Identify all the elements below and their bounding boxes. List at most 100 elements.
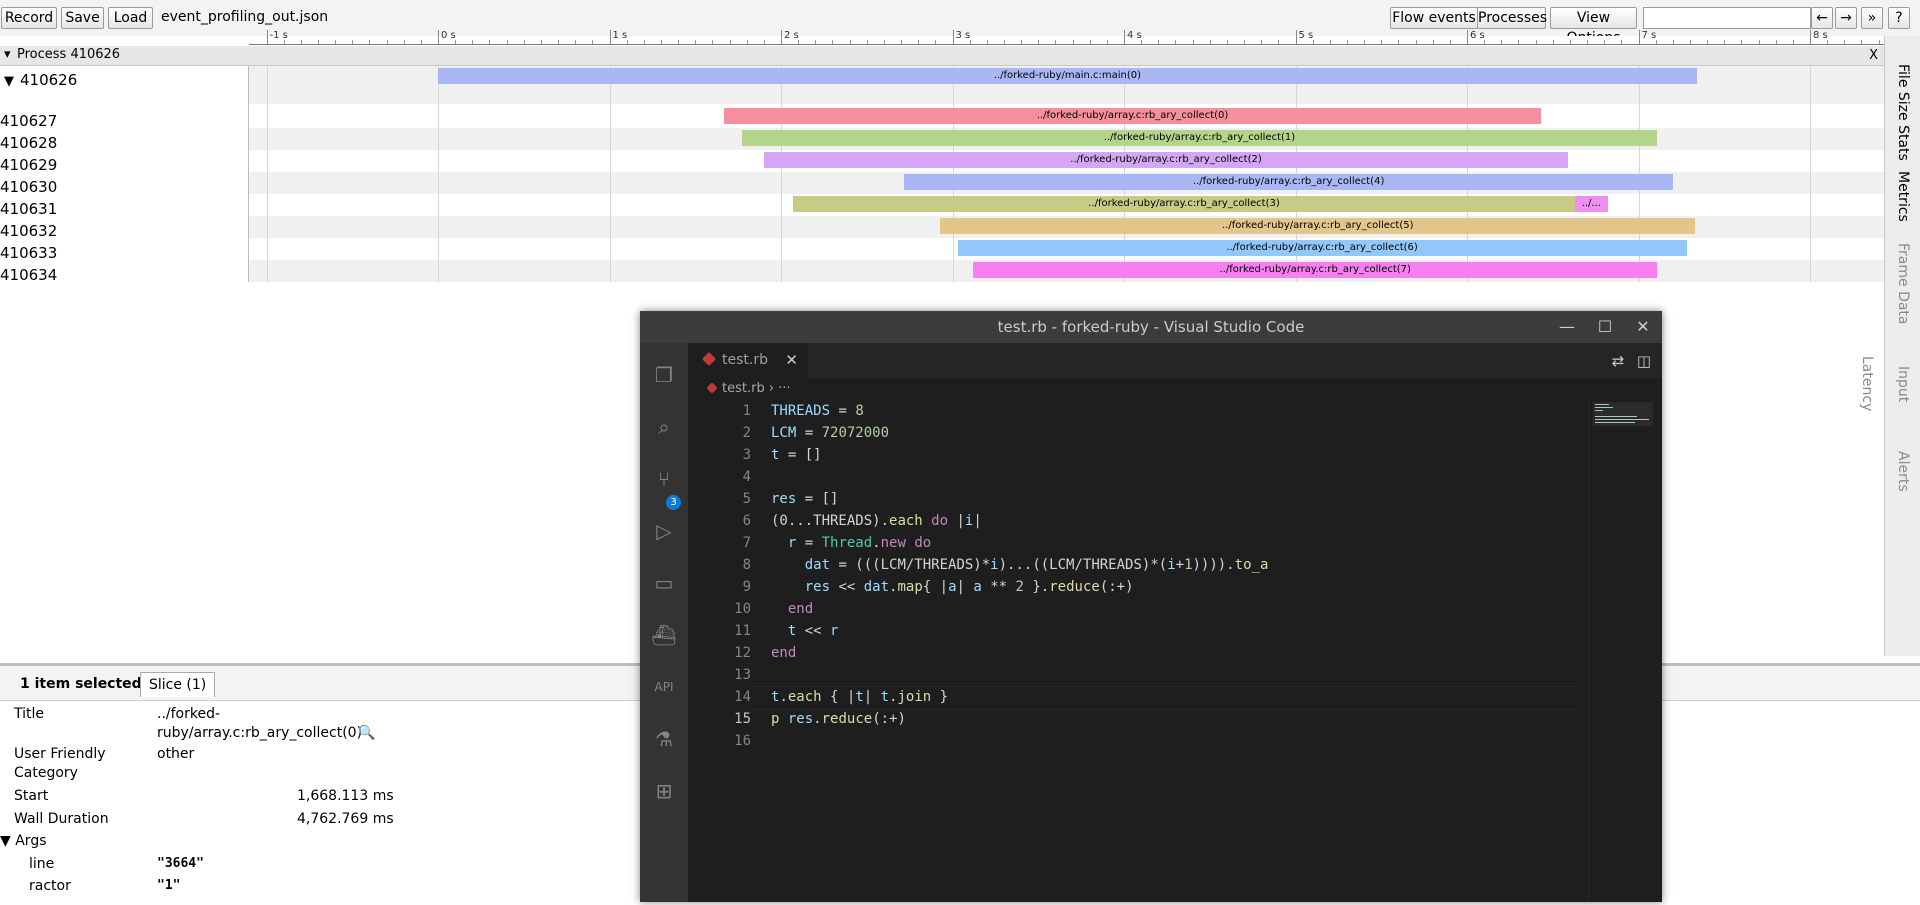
thread-slice[interactable]: ../forked-ruby/array.c:rb_ary_collect(7) (973, 262, 1658, 278)
close-icon[interactable]: X (1869, 48, 1878, 63)
code-line[interactable]: res << dat.map{ |a| a ** 2 }.reduce(:+) (771, 576, 1134, 598)
code-line[interactable]: dat = (((LCM/THREADS)*i)...((LCM/THREADS… (771, 554, 1269, 576)
flow-events-button[interactable]: Flow events (1390, 7, 1478, 29)
time-ruler[interactable]: -1 s 0 s 1 s 2 s 3 s 4 s 5 s 6 s 7 s 8 s (249, 30, 1884, 45)
tab-file-size-stats[interactable]: File Size Stats (1885, 56, 1920, 168)
code-token: to_a (1234, 557, 1269, 573)
search-input[interactable] (1643, 7, 1811, 29)
search-icon[interactable]: ⌕ (650, 413, 678, 441)
editor-tab-test-rb[interactable]: test.rb ✕ (688, 343, 808, 378)
code-line[interactable]: end (771, 598, 813, 620)
tab-alerts[interactable]: Alerts (1885, 446, 1920, 496)
code-line[interactable]: t = [] (771, 444, 822, 466)
collapse-triangle-icon[interactable]: ▼ (0, 833, 11, 849)
ruler-tick-label: 4 s (1127, 30, 1142, 41)
thread-slice-extra[interactable]: ../... (1575, 196, 1608, 212)
explorer-icon[interactable]: ❐ (650, 361, 678, 389)
code-line[interactable]: (0...THREADS).each do |i| (771, 510, 982, 532)
ruler-minor-tick (1329, 40, 1331, 44)
ruler-minor-tick (1021, 40, 1023, 44)
ruler-minor-tick (352, 40, 354, 44)
next-arrow-icon[interactable]: → (1835, 7, 1857, 29)
args-toggle[interactable]: ▼ Args (0, 833, 47, 849)
close-icon[interactable]: ✕ (1624, 311, 1662, 343)
thread-label[interactable]: 410629 (0, 155, 248, 175)
code-token: join (897, 689, 932, 705)
docker-icon[interactable]: ⛴ (650, 621, 678, 649)
tab-close-icon[interactable]: ✕ (785, 343, 798, 378)
breadcrumb-file[interactable]: test.rb (722, 381, 765, 396)
ruler-minor-tick (1141, 40, 1143, 44)
code-editor[interactable]: 1 THREADS = 8 2 LCM = 72072000 3 t = [] 4 5 res … (688, 400, 1662, 902)
thread-label[interactable]: 410630 (0, 177, 248, 197)
tab-slice[interactable]: Slice (1) (140, 672, 216, 697)
view-options-button[interactable]: View Options (1550, 7, 1637, 46)
ruler-minor-tick (1278, 40, 1280, 44)
code-line[interactable]: THREADS = 8 (771, 400, 864, 422)
collapse-triangle-icon[interactable]: ▾ (4, 47, 11, 62)
api-icon[interactable]: API (650, 673, 678, 701)
minimap[interactable] (1588, 400, 1662, 902)
thread-label[interactable]: 410627 (0, 111, 248, 131)
thread-label[interactable]: 410631 (0, 199, 248, 219)
breadcrumb[interactable]: test.rb › ··· (688, 378, 1662, 400)
thread-label[interactable]: 410633 (0, 243, 248, 263)
more-button[interactable]: » (1861, 7, 1883, 29)
thread-slice[interactable]: ../forked-ruby/array.c:rb_ary_collect(5) (940, 218, 1696, 234)
main-thread-id: 410626 (20, 71, 78, 89)
thread-slice[interactable]: ../forked-ruby/array.c:rb_ary_collect(6) (957, 240, 1687, 256)
ruler-minor-tick (1072, 40, 1074, 44)
thread-slice[interactable]: ../forked-ruby/array.c:rb_ary_collect(1) (741, 130, 1658, 146)
tab-frame-data[interactable]: Frame Data (1885, 242, 1920, 326)
help-button[interactable]: ? (1888, 7, 1910, 29)
process-header[interactable]: ▾ Process 410626 X (0, 46, 1884, 66)
thread-label[interactable]: 410628 (0, 133, 248, 153)
ruler-minor-tick (1415, 40, 1417, 44)
code-line[interactable]: res = [] (771, 488, 838, 510)
breadcrumb-more[interactable]: › ··· (769, 381, 791, 396)
thread-label[interactable]: 410632 (0, 221, 248, 241)
vscode-title-bar[interactable]: test.rb - forked-ruby - Visual Studio Co… (640, 311, 1662, 343)
record-button[interactable]: Record (1, 7, 57, 29)
minimize-icon[interactable]: — (1548, 311, 1586, 343)
code-line[interactable]: LCM = 72072000 (771, 422, 889, 444)
maximize-icon[interactable]: ☐ (1586, 311, 1624, 343)
ruler-minor-tick (335, 40, 337, 44)
ruler-tick-label: 6 s (1470, 30, 1485, 41)
processes-button[interactable]: Processes (1477, 7, 1547, 29)
thread-label[interactable]: 410634 (0, 265, 248, 285)
ruler-minor-tick (403, 40, 405, 44)
run-debug-icon[interactable]: ▷ (650, 517, 678, 545)
load-button[interactable]: Load (108, 7, 153, 29)
save-button[interactable]: Save (61, 7, 104, 29)
vscode-window[interactable]: test.rb - forked-ruby - Visual Studio Co… (640, 311, 1662, 902)
code-line[interactable]: t << r (771, 620, 839, 642)
code-line[interactable]: t.each { |t| t.join } (771, 686, 948, 708)
tab-metrics[interactable]: Metrics (1885, 166, 1920, 226)
main-thread-label[interactable]: ▼ 410626 (0, 70, 248, 92)
code-line[interactable]: p res.reduce(:+) (771, 708, 906, 730)
code-line[interactable]: end (771, 642, 796, 664)
thread-slice[interactable]: ../forked-ruby/array.c:rb_ary_collect(3) (793, 196, 1576, 212)
thread-slice[interactable]: ../forked-ruby/array.c:rb_ary_collect(2) (763, 152, 1569, 168)
tab-input-latency[interactable]: Input Latency (1859, 336, 1920, 432)
code-line[interactable]: r = Thread.new do (771, 532, 931, 554)
code-token: . (813, 711, 822, 727)
wall-duration-value: 4,762.769 ms (297, 811, 394, 827)
more-actions-icon[interactable]: ⋯ (1660, 351, 1662, 371)
thread-slice[interactable]: ../forked-ruby/array.c:rb_ary_collect(4) (904, 174, 1673, 190)
testing-icon[interactable]: ⚗ (650, 725, 678, 753)
prev-arrow-icon[interactable]: ← (1811, 7, 1833, 29)
ruler-minor-tick (1758, 40, 1760, 44)
collapse-triangle-icon[interactable]: ▼ (4, 72, 20, 92)
extensions-icon[interactable]: ⊞ (650, 777, 678, 805)
remote-explorer-icon[interactable]: ▭ (650, 569, 678, 597)
ruler-tick-label: 0 s (441, 30, 456, 41)
code-token: | (956, 579, 974, 595)
source-control-icon[interactable]: ⑂ (650, 465, 678, 493)
compare-changes-icon[interactable]: ⇄ (1608, 351, 1628, 371)
thread-slice[interactable]: ../forked-ruby/array.c:rb_ary_collect(0) (724, 108, 1541, 124)
split-editor-icon[interactable]: ◫ (1634, 351, 1654, 371)
magnifier-icon[interactable]: 🔍 (358, 725, 375, 741)
main-slice[interactable]: ../forked-ruby/main.c:main(0) (438, 68, 1697, 84)
